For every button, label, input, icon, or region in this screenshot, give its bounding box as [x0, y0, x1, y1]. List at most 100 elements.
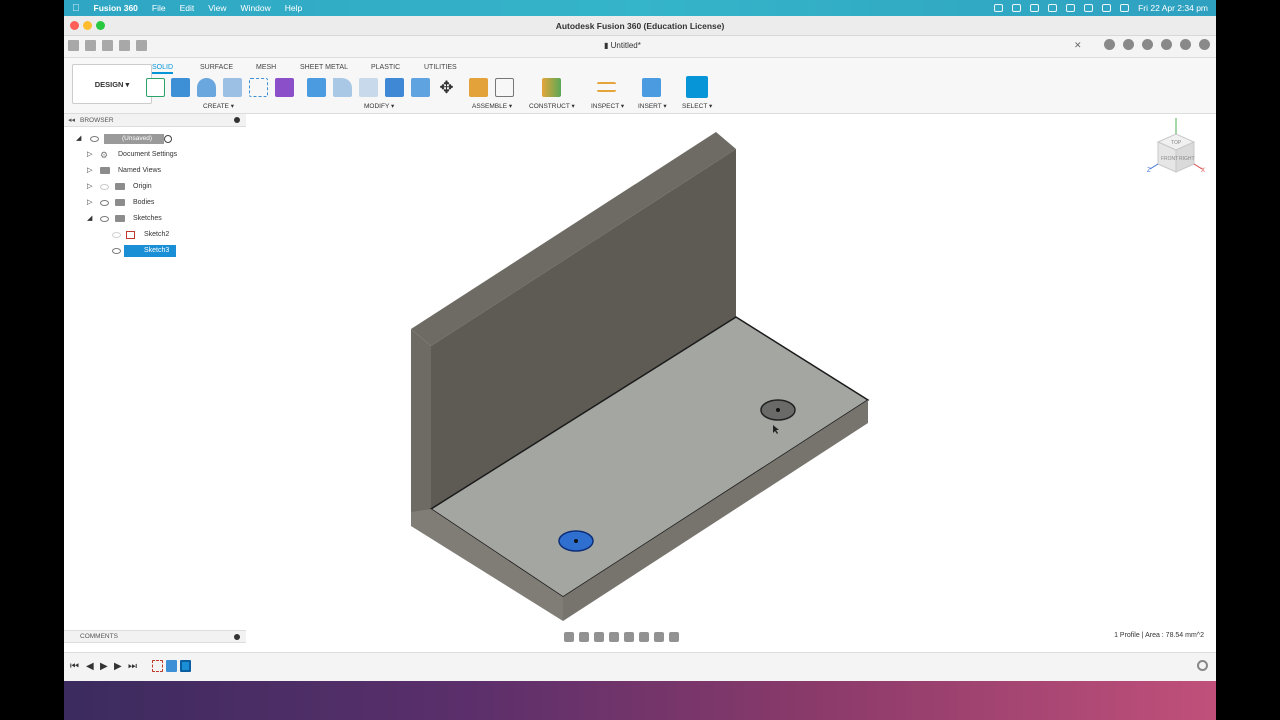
- timeline-play-icon[interactable]: ▶: [100, 661, 108, 672]
- move-copy-icon[interactable]: ✥: [437, 78, 456, 97]
- status-icon[interactable]: [1030, 4, 1040, 12]
- create-menu[interactable]: CREATE ▾: [203, 102, 234, 110]
- zoom-window-icon[interactable]: [624, 632, 634, 642]
- viewports-icon[interactable]: [669, 632, 679, 642]
- battery-icon[interactable]: [1084, 4, 1094, 12]
- orbit-icon[interactable]: [564, 632, 574, 642]
- wifi-icon[interactable]: [1048, 4, 1058, 12]
- chamfer-icon[interactable]: [359, 78, 378, 97]
- menu-clock[interactable]: Fri 22 Apr 2:34 pm: [1138, 3, 1208, 13]
- status-icon[interactable]: [1012, 4, 1022, 12]
- form-icon[interactable]: [275, 78, 294, 97]
- document-tab[interactable]: ▮ Untitled*: [604, 41, 641, 50]
- menu-window[interactable]: Window: [241, 3, 271, 13]
- notifications-icon[interactable]: [1161, 39, 1172, 50]
- visibility-eye-icon[interactable]: [90, 136, 99, 142]
- look-at-icon[interactable]: [579, 632, 589, 642]
- menu-view[interactable]: View: [208, 3, 226, 13]
- hole-center-point[interactable]: [776, 408, 780, 412]
- spotlight-search-icon[interactable]: [1102, 4, 1112, 12]
- browser-item-bodies[interactable]: ▷ Bodies: [64, 197, 246, 209]
- pan-icon[interactable]: [594, 632, 604, 642]
- timeline-extrude-feature[interactable]: [166, 660, 177, 672]
- browser-pin-icon[interactable]: [234, 117, 240, 123]
- new-tab-icon[interactable]: [1104, 39, 1115, 50]
- timeline-forward-icon[interactable]: ▶: [114, 661, 122, 672]
- timeline-sketch3-feature[interactable]: [180, 660, 191, 672]
- extensions-icon[interactable]: [1123, 39, 1134, 50]
- browser-item-origin[interactable]: ▷ Origin: [64, 181, 246, 193]
- menu-file[interactable]: File: [152, 3, 166, 13]
- timeline-end-icon[interactable]: ⏭: [128, 661, 137, 672]
- minimize-window-button[interactable]: [83, 21, 92, 30]
- visibility-eye-icon[interactable]: [100, 184, 109, 190]
- modify-menu[interactable]: MODIFY ▾: [364, 102, 394, 110]
- visibility-eye-icon[interactable]: [112, 248, 121, 254]
- create-sketch-icon[interactable]: [146, 78, 165, 97]
- scale-icon[interactable]: [411, 78, 430, 97]
- browser-item-sketches[interactable]: ◢ Sketches: [64, 213, 246, 225]
- browser-item-sketch3[interactable]: Sketch3: [64, 245, 246, 257]
- selected-hole-center-point[interactable]: [574, 539, 578, 543]
- menu-help[interactable]: Help: [285, 3, 302, 13]
- save-icon[interactable]: [102, 40, 113, 51]
- tab-solid[interactable]: SOLID: [152, 64, 174, 74]
- assemble-menu[interactable]: ASSEMBLE ▾: [472, 102, 512, 110]
- tab-sheet-metal[interactable]: SHEET METAL: [300, 64, 348, 71]
- browser-item-document-settings[interactable]: ▷ ⚙ Document Settings: [64, 149, 246, 161]
- grid-settings-icon[interactable]: [654, 632, 664, 642]
- comments-add-icon[interactable]: [234, 634, 240, 640]
- menu-edit[interactable]: Edit: [180, 3, 195, 13]
- control-center-icon[interactable]: [1120, 4, 1130, 12]
- apple-icon[interactable]: : [72, 3, 80, 14]
- display-settings-icon[interactable]: [639, 632, 649, 642]
- redo-icon[interactable]: [136, 40, 147, 51]
- job-status-icon[interactable]: [1142, 39, 1153, 50]
- tab-surface[interactable]: SURFACE: [200, 64, 233, 71]
- insert-image-icon[interactable]: [642, 78, 661, 97]
- combine-icon[interactable]: [385, 78, 404, 97]
- close-tab-icon[interactable]: ✕: [1074, 40, 1082, 51]
- activate-component-icon[interactable]: [164, 135, 172, 143]
- select-menu[interactable]: SELECT ▾: [682, 102, 712, 110]
- measure-icon[interactable]: [597, 82, 616, 92]
- workspace-switcher[interactable]: DESIGN ▾: [72, 64, 152, 104]
- close-window-button[interactable]: [70, 21, 79, 30]
- timeline-settings-icon[interactable]: [1197, 660, 1208, 671]
- hole-icon[interactable]: [223, 78, 242, 97]
- user-avatar[interactable]: [1199, 39, 1210, 50]
- maximize-window-button[interactable]: [96, 21, 105, 30]
- pattern-icon[interactable]: [249, 78, 268, 97]
- tab-plastic[interactable]: PLASTIC: [371, 64, 400, 71]
- press-pull-icon[interactable]: [307, 78, 326, 97]
- status-icon[interactable]: [994, 4, 1004, 12]
- view-cube[interactable]: TOP FRONT RIGHT Z X: [1147, 118, 1205, 174]
- select-icon[interactable]: [686, 76, 708, 98]
- visibility-eye-icon[interactable]: [100, 200, 109, 206]
- tab-utilities[interactable]: UTILITIES: [424, 64, 457, 71]
- undo-icon[interactable]: [119, 40, 130, 51]
- data-panel-icon[interactable]: [68, 40, 79, 51]
- collapse-browser-icon[interactable]: ◂◂: [68, 114, 75, 127]
- timeline-sketch-feature[interactable]: [152, 660, 163, 672]
- timeline-back-icon[interactable]: ◀: [86, 661, 94, 672]
- tab-mesh[interactable]: MESH: [256, 64, 276, 71]
- revolve-icon[interactable]: [197, 78, 216, 97]
- browser-root-node[interactable]: ◢ (Unsaved): [64, 133, 246, 145]
- comments-panel[interactable]: COMMENTS: [64, 630, 246, 643]
- offset-plane-icon[interactable]: [542, 78, 561, 97]
- help-icon[interactable]: [1180, 39, 1191, 50]
- zoom-icon[interactable]: [609, 632, 619, 642]
- file-menu-icon[interactable]: [85, 40, 96, 51]
- visibility-eye-icon[interactable]: [112, 232, 121, 238]
- bluetooth-icon[interactable]: [1066, 4, 1076, 12]
- extrude-icon[interactable]: [171, 78, 190, 97]
- construct-menu[interactable]: CONSTRUCT ▾: [529, 102, 575, 110]
- browser-item-named-views[interactable]: ▷ Named Views: [64, 165, 246, 177]
- menu-app-name[interactable]: Fusion 360: [94, 3, 138, 13]
- insert-menu[interactable]: INSERT ▾: [638, 102, 667, 110]
- browser-item-sketch2[interactable]: Sketch2: [64, 229, 246, 241]
- joint-icon[interactable]: [495, 78, 514, 97]
- visibility-eye-icon[interactable]: [100, 216, 109, 222]
- wall-side-face[interactable]: [411, 329, 431, 527]
